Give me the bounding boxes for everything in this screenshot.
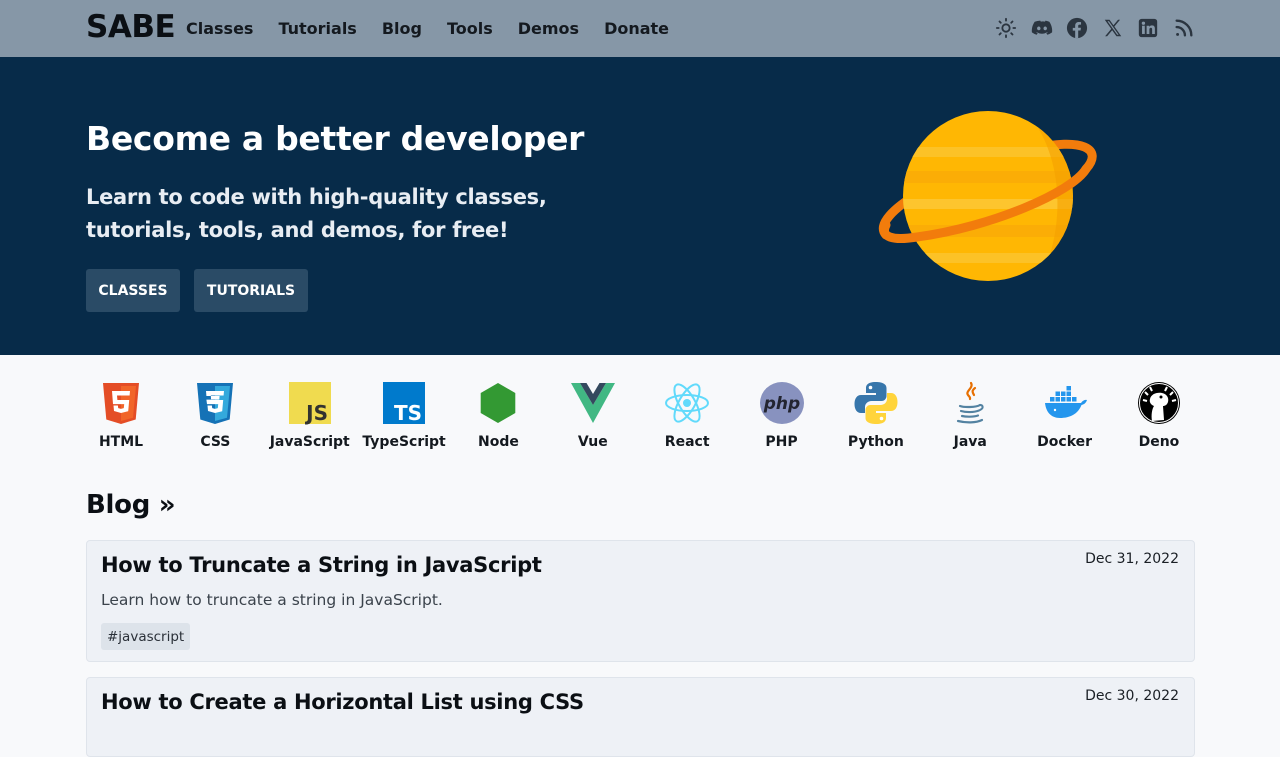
technology-list: HTML CSS JS JavaScript TS TypeScript Nod… [74,380,1206,456]
main-nav: Classes Tutorials Blog Tools Demos Donat… [186,0,694,57]
sun-icon[interactable] [994,16,1018,40]
svg-text:JS: JS [304,401,328,425]
react-icon [665,383,710,423]
tech-label: JavaScript [269,434,350,450]
rss-icon[interactable] [1172,16,1196,40]
python-icon [854,382,898,424]
discord-icon[interactable] [1030,16,1054,40]
post-description: Learn how to truncate a string in JavaSc… [101,591,443,609]
html5-icon [103,383,139,424]
hero-subtitle: Learn to code with high-quality classes,… [86,185,547,242]
post-date: Dec 31, 2022 [1085,551,1179,567]
planet-illustration [879,111,1097,281]
tech-label: Java [953,434,987,450]
post-tag[interactable]: #javascript [101,623,191,650]
css3-icon [197,383,234,424]
tech-label: Python [847,434,904,450]
blog-post-card[interactable]: How to Truncate a String in JavaScript D… [86,540,1195,662]
vue-icon [570,383,615,423]
docker-icon [1044,386,1087,418]
nav-blog[interactable]: Blog [382,19,422,38]
java-icon [957,381,984,424]
tech-css[interactable]: CSS [168,380,262,456]
nodejs-icon [481,383,516,423]
typescript-icon: TS [383,382,426,425]
post-date: Dec 30, 2022 [1085,688,1179,704]
svg-text:TS: TS [394,401,422,425]
tutorials-button[interactable]: TUTORIALS [194,269,308,312]
tech-label: React [664,434,710,450]
linkedin-icon[interactable] [1136,16,1160,40]
tech-label: Vue [577,434,608,450]
blog-heading[interactable]: Blog » [86,490,176,520]
svg-text:php: php [762,394,799,414]
nav-classes[interactable]: Classes [186,19,253,38]
tech-javascript[interactable]: JS JavaScript [263,380,357,456]
tech-docker[interactable]: Docker [1018,380,1112,456]
deno-icon [1137,382,1180,424]
javascript-icon: JS [288,382,331,425]
tech-label: Node [478,434,519,450]
x-icon[interactable] [1101,16,1125,40]
post-title[interactable]: How to Create a Horizontal List using CS… [101,690,584,714]
tech-vue[interactable]: Vue [546,380,640,456]
tech-python[interactable]: Python [829,380,923,456]
top-navigation-bar: SABE Classes Tutorials Blog Tools Demos … [0,0,1280,57]
nav-demos[interactable]: Demos [518,19,579,38]
nav-tools[interactable]: Tools [447,19,493,38]
nav-donate[interactable]: Donate [604,19,669,38]
nav-tutorials[interactable]: Tutorials [278,19,356,38]
classes-button[interactable]: CLASSES [86,269,180,312]
hero-title: Become a better developer [86,119,585,158]
tech-node[interactable]: Node [451,380,545,456]
tech-label: HTML [98,434,144,450]
post-title[interactable]: How to Truncate a String in JavaScript [101,553,542,577]
social-links [994,16,1207,40]
tech-deno[interactable]: Deno [1112,380,1206,456]
site-logo[interactable]: SABE [86,9,176,45]
tech-react[interactable]: React [640,380,734,456]
tech-java[interactable]: Java [923,380,1017,456]
tech-label: PHP [765,434,798,450]
hero-section: Become a better developer Learn to code … [0,57,1280,355]
tech-label: CSS [200,434,231,450]
tech-label: Deno [1138,434,1180,450]
facebook-icon[interactable] [1065,16,1089,40]
tech-php[interactable]: php PHP [735,380,829,456]
php-icon: php [759,382,804,424]
tech-html[interactable]: HTML [74,380,168,456]
tech-label: TypeScript [362,434,446,450]
tech-typescript[interactable]: TS TypeScript [357,380,451,456]
tech-label: Docker [1037,434,1093,450]
blog-post-card[interactable]: How to Create a Horizontal List using CS… [86,677,1195,757]
